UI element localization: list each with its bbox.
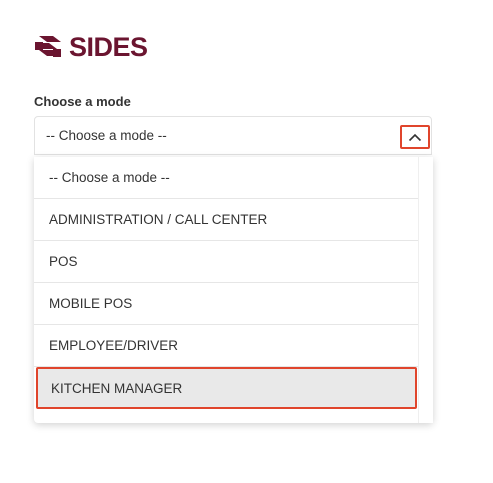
option-mobile-pos[interactable]: MOBILE POS bbox=[34, 283, 418, 325]
brand-logo: SIDES bbox=[33, 32, 148, 62]
option-label: POS bbox=[49, 254, 78, 269]
option-pos[interactable]: POS bbox=[34, 241, 418, 283]
mode-select-value: -- Choose a mode -- bbox=[46, 128, 167, 143]
mode-field-label: Choose a mode bbox=[34, 94, 131, 109]
option-employee-driver[interactable]: EMPLOYEE/DRIVER bbox=[34, 325, 418, 367]
option-administration-call-center[interactable]: ADMINISTRATION / CALL CENTER bbox=[34, 199, 418, 241]
option-choose-mode[interactable]: -- Choose a mode -- bbox=[34, 157, 418, 199]
option-label: EMPLOYEE/DRIVER bbox=[49, 338, 179, 353]
sides-logo-icon bbox=[35, 36, 61, 57]
brand-name: SIDES bbox=[69, 32, 148, 62]
chevron-up-icon[interactable] bbox=[400, 125, 430, 149]
mode-select[interactable]: -- Choose a mode -- bbox=[34, 116, 432, 155]
option-label: -- Choose a mode -- bbox=[49, 170, 170, 185]
mode-dropdown-list: -- Choose a mode -- ADMINISTRATION / CAL… bbox=[34, 157, 433, 423]
option-kitchen-manager[interactable]: KITCHEN MANAGER bbox=[36, 367, 417, 409]
dropdown-scrollbar[interactable] bbox=[418, 157, 433, 423]
option-label: MOBILE POS bbox=[49, 296, 133, 311]
option-label: KITCHEN MANAGER bbox=[51, 380, 183, 396]
option-label: ADMINISTRATION / CALL CENTER bbox=[49, 212, 268, 227]
